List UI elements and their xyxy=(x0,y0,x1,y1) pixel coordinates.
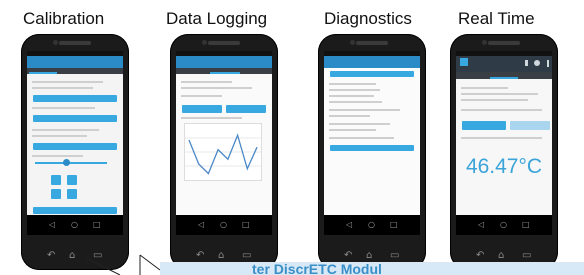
banner: ter DiscrETC Modul xyxy=(160,262,584,275)
callout-lines xyxy=(85,254,161,275)
banner-text: ter DiscrETC Modul xyxy=(252,262,382,275)
